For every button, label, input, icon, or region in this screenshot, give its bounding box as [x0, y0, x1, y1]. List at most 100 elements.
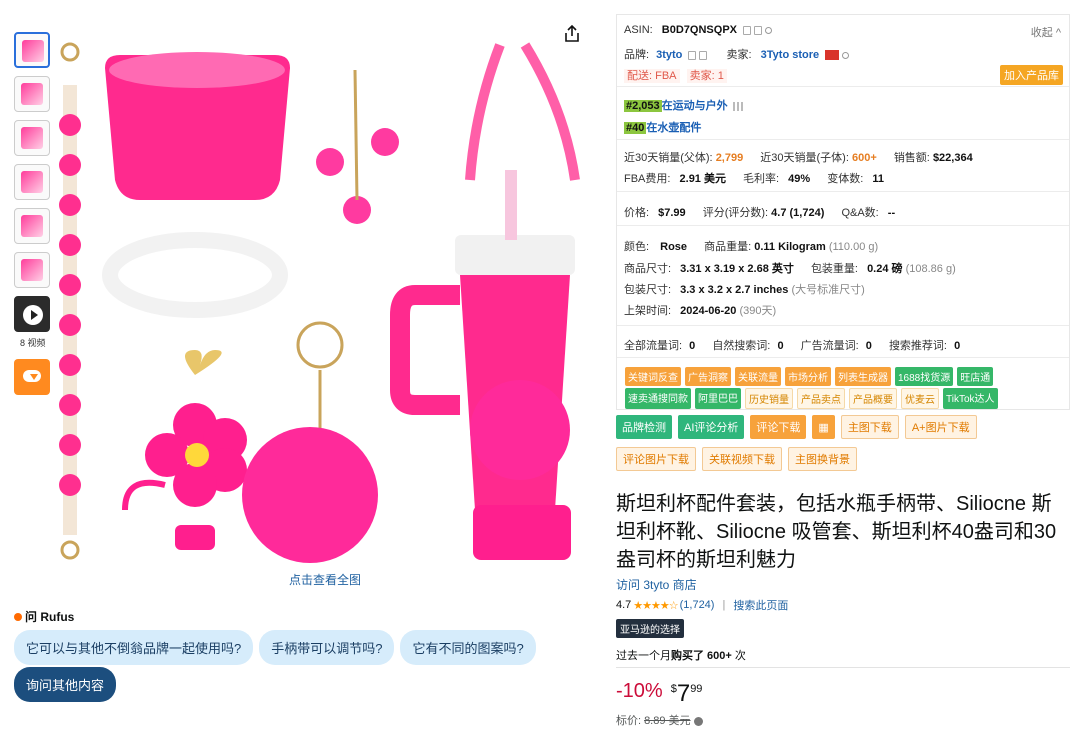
thumbnail-2[interactable]	[14, 76, 50, 112]
rank-row-1: #2,053 在运动与户外	[624, 97, 743, 113]
thumbnail-3[interactable]	[14, 120, 50, 156]
star-rating-icon[interactable]: ★★★★☆	[633, 599, 678, 612]
brand-link[interactable]: 3tyto	[656, 49, 682, 61]
tool-tag[interactable]: 产品卖点	[797, 388, 845, 409]
search-page-link[interactable]: 搜索此页面	[733, 597, 788, 613]
price-row: 价格: $7.99 评分(评分数): 4.7 (1,724) Q&A数: --	[624, 207, 896, 219]
tool-tag[interactable]: 历史销量	[745, 388, 793, 409]
action-bar: 品牌检测 AI评论分析 评论下载 ▦ 主图下载 A+图片下载	[616, 415, 977, 439]
tool-tag[interactable]: 1688找货源	[895, 367, 954, 386]
add-to-library-button[interactable]: 加入产品库	[1000, 65, 1063, 85]
tool-tag[interactable]: 速卖通搜同款	[625, 388, 691, 409]
amazon-choice-badge: 亚马逊的选择	[616, 619, 684, 638]
tool-tag[interactable]: 广告洞察	[685, 367, 731, 386]
fulfillment-row: 配送: FBA 卖家: 1	[624, 67, 731, 83]
rank-category-link[interactable]: 在水壶配件	[646, 122, 701, 134]
thumbnail-4[interactable]	[14, 164, 50, 200]
video-count-label: 8 视频	[20, 338, 46, 348]
tool-tag[interactable]: 关键词反查	[625, 367, 681, 386]
rufus-title: 问 Rufus	[25, 610, 75, 624]
discount-percent: -10%	[616, 680, 663, 702]
tool-tag[interactable]: 市场分析	[785, 367, 831, 386]
thumbnail-strip: 8 视频	[14, 32, 52, 395]
tool-tags-row-1: 关键词反查 广告洞察 关联流量 市场分析 列表生成器 1688找货源 旺店通	[625, 367, 994, 386]
china-flag-icon	[825, 50, 840, 61]
review-image-download-button[interactable]: 评论图片下载	[616, 447, 696, 471]
tool-tag[interactable]: 产品概要	[849, 388, 897, 409]
tool-tag[interactable]: TikTok达人	[943, 388, 998, 409]
tool-tags-row-2: 速卖通搜同款 阿里巴巴 历史销量 产品卖点 产品概要 优麦云 TikTok达人	[625, 388, 998, 409]
visit-store-link[interactable]: 访问 3tyto 商店	[616, 576, 697, 593]
video-download-button[interactable]: 关联视频下载	[702, 447, 782, 471]
divider	[617, 139, 1069, 140]
tool-tag[interactable]: 列表生成器	[835, 367, 891, 386]
product-title: 斯坦利杯配件套装，包括水瓶手柄带、Siliocne 斯坦利杯靴、Siliocne…	[616, 493, 1057, 571]
rufus-header: 问 Rufus	[14, 608, 74, 625]
color-row: 颜色: Rose 商品重量: 0.11 Kilogram (110.00 g)	[624, 241, 879, 253]
rufus-logo-icon	[14, 612, 22, 621]
share-icon[interactable]	[562, 24, 582, 44]
rating-row: 4.7 ★★★★☆ (1,724) | 搜索此页面	[616, 597, 789, 613]
brand-check-button[interactable]: 品牌检测	[616, 415, 672, 439]
thumbnail-6[interactable]	[14, 252, 50, 288]
tool-tag[interactable]: 关联流量	[735, 367, 781, 386]
list-price: 标价: 8.89 美元	[616, 712, 703, 728]
divider	[617, 357, 1069, 358]
rufus-chip[interactable]: 它有不同的图案吗?	[400, 630, 536, 665]
play-icon	[23, 305, 43, 325]
trend-chart-icon[interactable]	[732, 101, 743, 111]
dimensions-row: 商品尺寸: 3.31 x 3.19 x 2.68 英寸 包装重量: 0.24 磅…	[624, 263, 956, 275]
rank-row-2: #40 在水壶配件	[624, 122, 702, 134]
main-image-download-button[interactable]: 主图下载	[840, 415, 899, 439]
tool-tag[interactable]: 旺店通	[957, 367, 994, 386]
strap-illustration	[59, 42, 81, 560]
calculator-icon[interactable]: ▦	[812, 415, 835, 439]
divider	[616, 667, 1070, 668]
view-all-images-link[interactable]: 点击查看全图	[289, 571, 361, 588]
info-icon[interactable]	[693, 716, 703, 726]
copy-icon[interactable]	[754, 25, 763, 35]
seller-tool-panel: ASIN: B0D7QNSQPX 收起 ^ 品牌: 3tyto 卖家: 3Tyt…	[616, 14, 1070, 410]
divider	[617, 225, 1069, 226]
seller-count-tag: 卖家: 1	[686, 69, 727, 83]
aplus-download-button[interactable]: A+图片下载	[904, 415, 977, 439]
product-image[interactable]	[55, 30, 610, 570]
location-icon[interactable]	[842, 51, 850, 59]
divider	[617, 191, 1069, 192]
rufus-chip[interactable]: 手柄带可以调节吗?	[259, 630, 395, 665]
action-bar-2: 评论图片下载 关联视频下载 主图换背景	[616, 447, 857, 471]
tool-tag[interactable]: 阿里巴巴	[695, 388, 741, 409]
traffic-row: 全部流量词: 0 自然搜索词: 0 广告流量词: 0 搜索推荐词: 0	[624, 340, 961, 352]
rufus-chip[interactable]: 它可以与其他不倒翁品牌一起使用吗?	[14, 630, 254, 665]
ask-other-button[interactable]: 询问其他内容	[14, 667, 117, 702]
copy-icon[interactable]	[688, 50, 697, 60]
ai-review-button[interactable]: AI评论分析	[678, 415, 745, 439]
rufus-suggestions: 它可以与其他不倒翁品牌一起使用吗? 手柄带可以调节吗? 它有不同的图案吗?	[14, 630, 536, 665]
seller-link[interactable]: 3Tyto store	[761, 49, 819, 61]
package-row: 包装尺寸: 3.3 x 3.2 x 2.7 inches (大号标准尺寸)	[624, 284, 865, 296]
asin-row: ASIN: B0D7QNSQPX	[624, 24, 773, 36]
review-download-button[interactable]: 评论下载	[750, 415, 807, 439]
divider	[617, 86, 1069, 87]
bought-count: 过去一个月购买了 600+ 次	[616, 650, 746, 662]
cloud-download-icon[interactable]	[14, 359, 50, 395]
divider	[617, 325, 1069, 326]
video-thumbnail[interactable]	[14, 296, 50, 332]
copy-icon[interactable]	[743, 25, 752, 35]
external-link-icon[interactable]	[699, 50, 708, 60]
collapse-toggle[interactable]: 收起 ^	[1031, 24, 1061, 40]
rank-category-link[interactable]: 在运动与户外	[662, 100, 728, 112]
price-block: -10% $ 7 99	[616, 680, 703, 707]
tool-tag[interactable]: 优麦云	[901, 388, 939, 409]
fee-row: FBA费用: 2.91 美元 毛利率: 49% 变体数: 11	[624, 173, 885, 185]
listed-row: 上架时间: 2024-06-20 (390天)	[624, 305, 777, 317]
thumbnail-1[interactable]	[14, 32, 50, 68]
price-whole: 7	[676, 680, 691, 707]
sales-row: 近30天销量(父体): 2,799 近30天销量(子体): 600+ 销售额: …	[624, 152, 973, 164]
main-image-bg-button[interactable]: 主图换背景	[788, 447, 857, 471]
ship-tag: 配送: FBA	[624, 69, 680, 83]
asin-value: B0D7QNSQPX	[661, 24, 737, 36]
location-icon[interactable]	[765, 26, 773, 34]
rating-count-link[interactable]: (1,724)	[680, 599, 715, 611]
thumbnail-5[interactable]	[14, 208, 50, 244]
